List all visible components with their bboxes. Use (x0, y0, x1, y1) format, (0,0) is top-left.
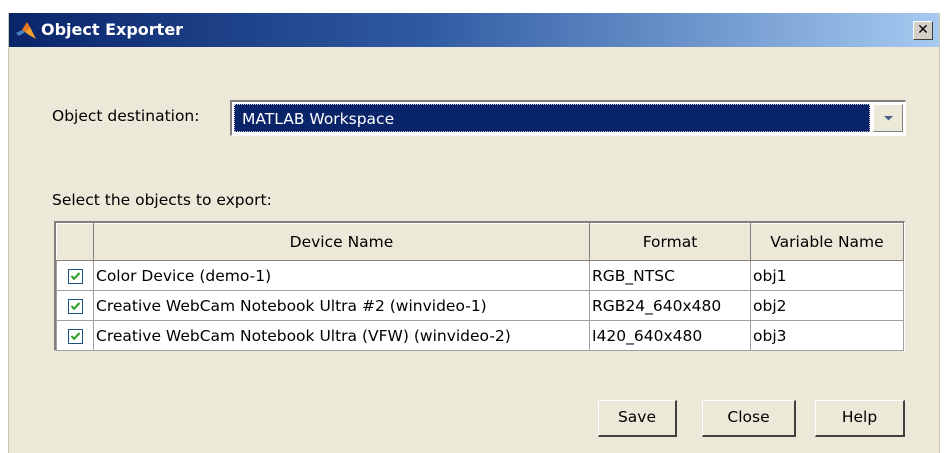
checkmark-icon (70, 271, 80, 280)
chevron-down-icon (883, 115, 893, 120)
variable-name-cell[interactable]: obj1 (750, 260, 904, 291)
table-row[interactable]: Creative WebCam Notebook Ultra (VFW) (wi… (56, 320, 904, 351)
checkmark-icon (70, 331, 80, 340)
dropdown-arrow-button[interactable] (873, 104, 903, 132)
close-button[interactable]: Close (702, 400, 796, 437)
destination-label: Object destination: (52, 107, 200, 125)
variable-name-cell[interactable]: obj3 (750, 320, 904, 351)
column-header-select[interactable] (56, 223, 94, 261)
row-checkbox-cell[interactable] (56, 260, 94, 291)
format-cell[interactable]: RGB24_640x480 (589, 290, 751, 321)
table-header-row: Device Name Format Variable Name (56, 223, 904, 261)
destination-dropdown[interactable]: MATLAB Workspace (230, 100, 906, 136)
device-name-cell[interactable]: Creative WebCam Notebook Ultra #2 (winvi… (93, 290, 590, 321)
close-glyph: ✕ (917, 22, 929, 38)
title-bar[interactable]: Object Exporter ✕ (9, 13, 939, 47)
device-name-cell[interactable]: Color Device (demo-1) (93, 260, 590, 291)
matlab-logo-icon (16, 22, 36, 39)
variable-name-cell[interactable]: obj2 (750, 290, 904, 321)
destination-selected-value[interactable]: MATLAB Workspace (234, 104, 870, 132)
row-checkbox-cell[interactable] (56, 320, 94, 351)
table-row[interactable]: Color Device (demo-1) RGB_NTSC obj1 (56, 260, 904, 291)
column-header-device-name[interactable]: Device Name (93, 223, 590, 261)
column-header-format[interactable]: Format (589, 223, 751, 261)
export-checkbox[interactable] (67, 298, 83, 314)
object-exporter-dialog: Object Exporter ✕ Object destination: MA… (8, 13, 940, 453)
objects-table-frame: Device Name Format Variable Name Color D… (54, 221, 905, 351)
row-checkbox-cell[interactable] (56, 290, 94, 321)
close-icon[interactable]: ✕ (913, 21, 933, 40)
checkmark-icon (70, 301, 80, 310)
format-cell[interactable]: I420_640x480 (589, 320, 751, 351)
column-header-variable-name[interactable]: Variable Name (750, 223, 904, 261)
window-title: Object Exporter (41, 20, 184, 39)
help-button[interactable]: Help (815, 400, 905, 437)
select-objects-label: Select the objects to export: (52, 191, 272, 209)
format-cell[interactable]: RGB_NTSC (589, 260, 751, 291)
device-name-cell[interactable]: Creative WebCam Notebook Ultra (VFW) (wi… (93, 320, 590, 351)
export-checkbox[interactable] (67, 328, 83, 344)
objects-table: Device Name Format Variable Name Color D… (56, 223, 904, 351)
export-checkbox[interactable] (67, 268, 83, 284)
save-button[interactable]: Save (598, 400, 677, 437)
table-row[interactable]: Creative WebCam Notebook Ultra #2 (winvi… (56, 290, 904, 321)
